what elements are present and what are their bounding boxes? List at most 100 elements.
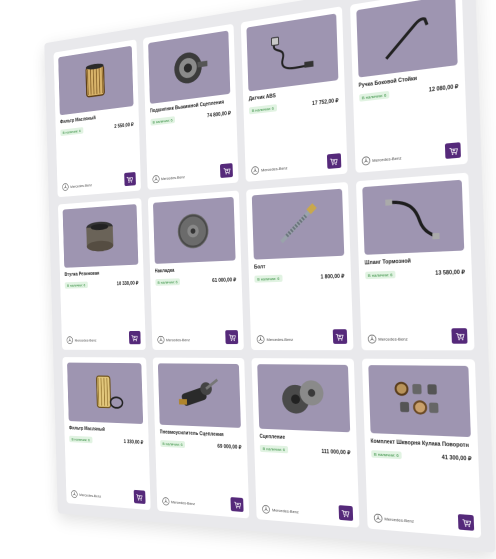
product-card[interactable]: Болт В наличии: 6 1 800,00 ₽ Mercedes-Be… — [246, 182, 353, 350]
stock-badge: В наличии: 6 — [365, 271, 396, 280]
clutch-kit-image[interactable] — [257, 364, 349, 432]
handle-rod-image[interactable] — [356, 0, 458, 78]
product-grid: Фильтр Масляный В наличии: 6 2 550,00 ₽ … — [54, 0, 482, 538]
cart-icon — [341, 508, 350, 518]
stock-badge: В наличии: 6 — [60, 127, 83, 136]
cart-icon — [448, 145, 458, 156]
mercedes-logo-icon — [373, 513, 383, 523]
product-card[interactable]: Шланг Тормозной В наличии: 6 13 580,00 ₽… — [355, 173, 474, 351]
stock-badge: В наличии: 6 — [155, 278, 180, 286]
brand-name: Mercedes-Benz — [166, 337, 190, 342]
product-title[interactable]: Шланг Тормозной — [364, 256, 464, 267]
brand-name: Mercedes-Benz — [75, 338, 97, 343]
brand: Mercedes-Benz — [152, 172, 185, 184]
product-card[interactable]: Накладка В наличии: 6 61 000,00 ₽ Merced… — [147, 190, 243, 350]
brand: Mercedes-Benz — [162, 497, 196, 508]
stock-badge: В наличии: 6 — [150, 116, 175, 126]
product-title[interactable]: Сцепление — [259, 434, 350, 445]
clutch-bearing-image[interactable] — [148, 30, 231, 103]
stock-badge: В наличии: 6 — [249, 104, 277, 114]
brand: Mercedes-Benz — [71, 490, 101, 501]
add-to-cart-button[interactable] — [230, 497, 243, 512]
product-price: 41 300,00 ₽ — [442, 454, 472, 462]
add-to-cart-button[interactable] — [220, 163, 233, 178]
product-price: 12 080,00 ₽ — [429, 83, 459, 93]
add-to-cart-button[interactable] — [124, 172, 136, 186]
bushing-image[interactable] — [63, 204, 138, 268]
mercedes-logo-icon — [157, 336, 165, 345]
brand-name: Mercedes-Benz — [70, 182, 92, 188]
product-title[interactable]: Фильтр Масляный — [69, 426, 143, 436]
product-card[interactable]: Датчик ABS В наличии: 6 17 752,00 ₽ Merc… — [241, 6, 347, 182]
mercedes-logo-icon — [66, 336, 73, 344]
cart-icon — [454, 331, 464, 341]
add-to-cart-button[interactable] — [458, 514, 474, 531]
add-to-cart-button[interactable] — [225, 330, 238, 344]
add-to-cart-button[interactable] — [338, 505, 353, 521]
product-title[interactable]: Пневмоусилитель Сцепления — [159, 429, 241, 439]
cart-icon — [329, 156, 338, 166]
product-price: 1 330,00 ₽ — [124, 439, 144, 446]
brake-disc-image[interactable] — [153, 197, 236, 264]
product-card[interactable]: Сцепление В наличии: 6 111 000,00 ₽ Merc… — [251, 358, 358, 528]
brand: Mercedes-Benz — [361, 153, 402, 166]
cart-icon — [228, 333, 236, 342]
product-catalog: Фильтр Масляный В наличии: 6 2 550,00 ₽ … — [44, 0, 495, 553]
mercedes-logo-icon — [367, 334, 377, 344]
mercedes-logo-icon — [152, 175, 160, 184]
brand: Mercedes-Benz — [373, 513, 414, 526]
add-to-cart-button[interactable] — [445, 142, 461, 159]
mercedes-logo-icon — [361, 156, 371, 166]
add-to-cart-button[interactable] — [129, 331, 141, 344]
product-card[interactable]: Подшипник Выжимной Сцепления В наличии: … — [143, 24, 239, 190]
product-card[interactable]: Пневмоусилитель Сцепления В наличии: 6 6… — [152, 358, 249, 519]
stock-badge: В наличии: 6 — [371, 450, 402, 459]
product-card[interactable]: Фильтр Масляный В наличии: 6 1 330,00 ₽ … — [62, 357, 150, 510]
product-price: 74 800,00 ₽ — [207, 110, 231, 119]
stock-badge: В наличии: 6 — [160, 440, 185, 448]
product-price: 13 580,00 ₽ — [435, 269, 465, 277]
brand: Mercedes-Benz — [66, 336, 96, 344]
product-price: 2 550,00 ₽ — [114, 122, 134, 130]
clutch-booster-image[interactable] — [157, 363, 240, 428]
abs-sensor-image[interactable] — [246, 14, 337, 92]
cart-icon — [222, 166, 230, 176]
brand: Mercedes-Benz — [62, 181, 92, 192]
brand: Mercedes-Benz — [262, 504, 299, 516]
stock-badge: В наличии: 6 — [359, 91, 390, 102]
kingpin-kit-image[interactable] — [368, 365, 471, 437]
stock-badge: В наличии: 6 — [69, 436, 92, 444]
viewport: Фильтр Масляный В наличии: 6 2 550,00 ₽ … — [0, 0, 496, 559]
oil-filter-2-image[interactable] — [67, 363, 143, 424]
brake-hose-image[interactable] — [362, 180, 464, 255]
product-title[interactable]: Комплект Шкворня Кулака Поворотн — [370, 438, 471, 450]
brand-name: Mercedes-Benz — [267, 337, 294, 342]
brand: Mercedes-Benz — [251, 163, 288, 175]
product-price: 61 000,00 ₽ — [212, 277, 236, 284]
add-to-cart-button[interactable] — [133, 490, 145, 504]
cart-icon — [135, 492, 143, 501]
bolt-image[interactable] — [252, 189, 344, 260]
product-title[interactable]: Болт — [254, 261, 344, 272]
brand-name: Mercedes-Benz — [378, 336, 408, 341]
mercedes-logo-icon — [251, 166, 260, 176]
brand-name: Mercedes-Benz — [272, 507, 299, 514]
product-card[interactable]: Фильтр Масляный В наличии: 6 2 550,00 ₽ … — [54, 39, 141, 197]
product-card[interactable]: Втулка Резиновая В наличии: 6 10 330,00 … — [58, 198, 146, 350]
product-title[interactable]: Накладка — [155, 265, 236, 275]
brand-name: Mercedes-Benz — [372, 155, 401, 163]
product-title[interactable]: Втулка Резиновая — [64, 269, 138, 278]
brand: Mercedes-Benz — [367, 334, 408, 344]
brand-name: Mercedes-Benz — [384, 516, 414, 524]
product-card[interactable]: Ручка Боковой Стойки В наличии: 6 12 080… — [350, 0, 468, 173]
add-to-cart-button[interactable] — [332, 329, 346, 344]
product-price: 1 800,00 ₽ — [320, 273, 344, 280]
cart-icon — [233, 500, 241, 510]
brand: Mercedes-Benz — [157, 335, 190, 344]
add-to-cart-button[interactable] — [326, 153, 340, 169]
brand-name: Mercedes-Benz — [161, 174, 185, 181]
product-card[interactable]: Комплект Шкворня Кулака Поворотн В налич… — [361, 359, 481, 538]
cart-icon — [335, 332, 344, 341]
oil-filter-image[interactable] — [58, 46, 133, 115]
add-to-cart-button[interactable] — [451, 328, 467, 344]
